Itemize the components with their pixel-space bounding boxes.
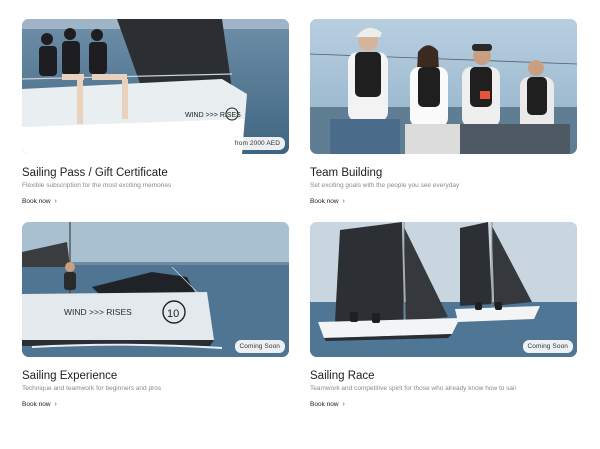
card-title: Sailing Pass / Gift Certificate xyxy=(22,167,168,179)
card-description: Technique and teamwork for beginners and… xyxy=(22,385,162,392)
chevron-right-icon: › xyxy=(342,198,345,205)
card-image[interactable] xyxy=(310,19,577,154)
sailboat-crew-photo: WIND >>> RISES xyxy=(22,19,289,154)
book-now-label: Book now xyxy=(310,401,339,408)
coming-soon-badge: Coming Soon xyxy=(522,340,573,353)
coming-soon-badge: Coming Soon xyxy=(234,340,285,353)
card-team-building[interactable]: Team Building Set exciting goals with th… xyxy=(310,19,577,208)
book-now-link[interactable]: Book now › xyxy=(310,197,345,206)
hull-text: WIND >>> RISES xyxy=(64,307,132,317)
chevron-right-icon: › xyxy=(54,401,57,408)
book-now-link[interactable]: Book now › xyxy=(310,400,345,409)
card-title: Sailing Race xyxy=(310,370,375,382)
book-now-label: Book now xyxy=(22,401,51,408)
card-image[interactable]: WIND >>> RISES 10 Coming Soon xyxy=(22,222,289,357)
hull-text: WIND >>> RISES xyxy=(185,112,241,119)
card-description: Teamwork and competitive spirit for thos… xyxy=(310,385,516,392)
chevron-right-icon: › xyxy=(54,198,57,205)
book-now-link[interactable]: Book now › xyxy=(22,400,57,409)
card-sailing-race[interactable]: Coming Soon Sailing Race Teamwork and co… xyxy=(310,222,577,411)
sailboat-hull-photo: WIND >>> RISES 10 xyxy=(22,222,289,357)
card-title: Sailing Experience xyxy=(22,370,118,382)
chevron-right-icon: › xyxy=(342,401,345,408)
card-sailing-experience[interactable]: WIND >>> RISES 10 Coming Soon Sailing Ex… xyxy=(22,222,289,411)
sail-number: 10 xyxy=(167,308,179,320)
book-now-label: Book now xyxy=(310,198,339,205)
card-image[interactable]: Coming Soon xyxy=(310,222,577,357)
sailboat-race-photo xyxy=(310,222,577,357)
card-image[interactable]: WIND >>> RISES from 2000 AED xyxy=(22,19,289,154)
card-description: Set exciting goals with the people you s… xyxy=(310,182,460,189)
team-on-boat-photo xyxy=(310,19,577,154)
card-title: Team Building xyxy=(310,167,383,179)
price-badge: from 2000 AED xyxy=(229,137,285,150)
card-sailing-pass[interactable]: WIND >>> RISES from 2000 AED Sailing Pas… xyxy=(22,19,289,208)
book-now-label: Book now xyxy=(22,198,51,205)
card-description: Flexible subscription for the most excit… xyxy=(22,182,172,189)
book-now-link[interactable]: Book now › xyxy=(22,197,57,206)
